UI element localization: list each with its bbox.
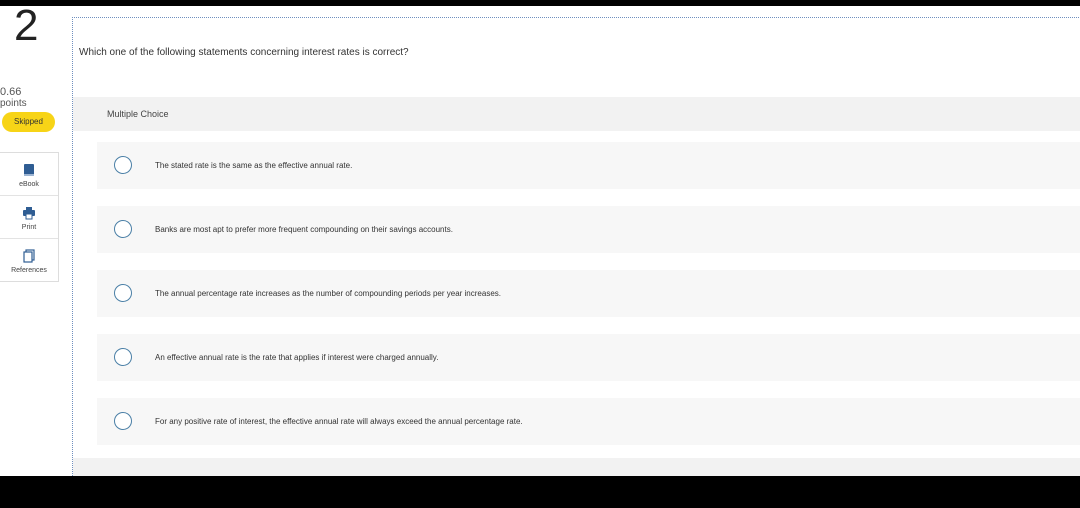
- bottom-band: [73, 458, 1080, 476]
- question-page: 2 0.66 points Skipped eBook Print Refere…: [0, 6, 1080, 476]
- answer-option[interactable]: The annual percentage rate increases as …: [97, 270, 1080, 317]
- answer-option[interactable]: Banks are most apt to prefer more freque…: [97, 206, 1080, 253]
- tools-panel: eBook Print References: [0, 152, 59, 282]
- radio-button[interactable]: [114, 284, 132, 302]
- answer-option-text: The annual percentage rate increases as …: [155, 289, 501, 298]
- print-button[interactable]: Print: [0, 196, 58, 239]
- ebook-button[interactable]: eBook: [0, 153, 58, 196]
- radio-button[interactable]: [114, 412, 132, 430]
- points-value: 0.66: [0, 86, 22, 98]
- answer-option[interactable]: For any positive rate of interest, the e…: [97, 398, 1080, 445]
- question-type-label: Multiple Choice: [107, 109, 169, 119]
- points-info: 0.66 points: [0, 86, 27, 110]
- question-type-header: Multiple Choice: [73, 97, 1080, 131]
- answer-option[interactable]: An effective annual rate is the rate tha…: [97, 334, 1080, 381]
- radio-button[interactable]: [114, 220, 132, 238]
- radio-button[interactable]: [114, 156, 132, 174]
- answer-option-text: An effective annual rate is the rate tha…: [155, 353, 439, 362]
- printer-icon: [23, 207, 35, 220]
- question-container: Which one of the following statements co…: [72, 17, 1080, 476]
- radio-button[interactable]: [114, 348, 132, 366]
- points-label: points: [0, 98, 27, 109]
- document-icon: [23, 249, 35, 263]
- answer-option-text: For any positive rate of interest, the e…: [155, 417, 523, 426]
- print-label: Print: [21, 224, 37, 231]
- references-button[interactable]: References: [0, 239, 58, 281]
- references-label: References: [11, 267, 47, 274]
- answer-option-text: The stated rate is the same as the effec…: [155, 161, 353, 170]
- answer-option-text: Banks are most apt to prefer more freque…: [155, 225, 453, 234]
- status-badge: Skipped: [2, 112, 55, 132]
- question-prompt: Which one of the following statements co…: [79, 47, 409, 58]
- answer-option[interactable]: The stated rate is the same as the effec…: [97, 142, 1080, 189]
- question-number: 2: [14, 6, 39, 50]
- ebook-label: eBook: [19, 181, 39, 188]
- book-icon: [24, 164, 34, 176]
